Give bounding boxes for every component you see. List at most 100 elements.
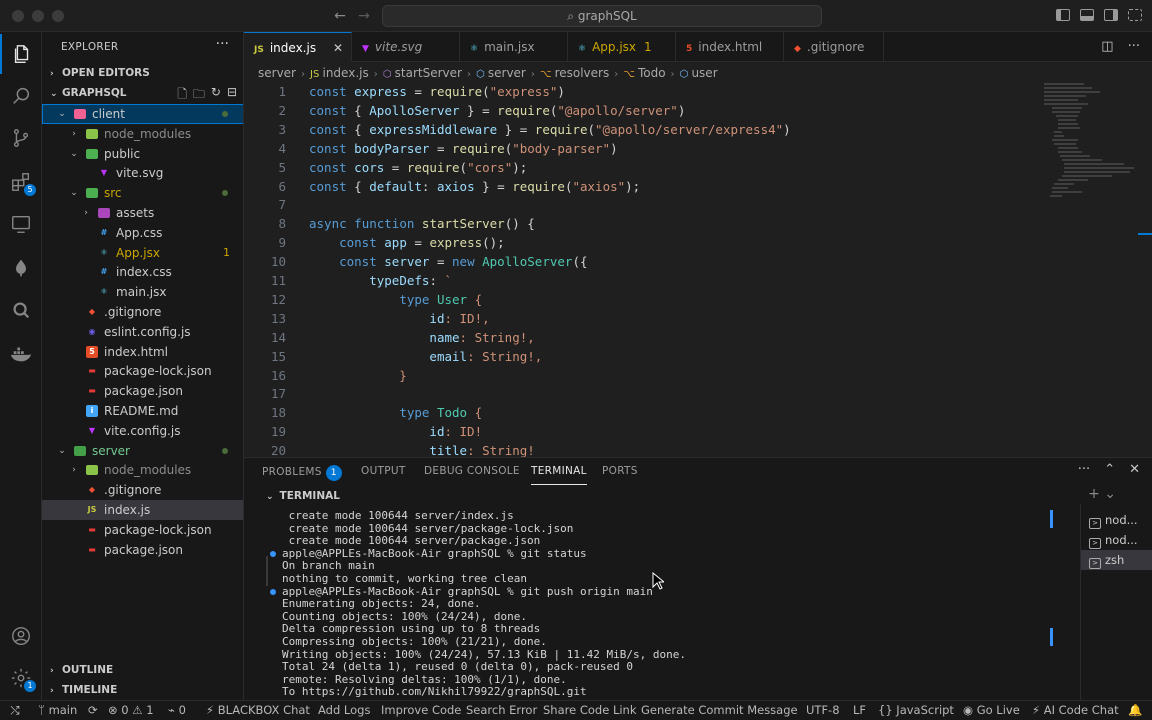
code-editor[interactable]: 1 const express = require("express") 2 cons… <box>244 83 1152 457</box>
terminal-instance[interactable]: > zsh <box>1081 550 1152 570</box>
editor-tab[interactable]: ◆ .gitignore <box>784 32 884 62</box>
editor-tab[interactable]: ▼ vite.svg <box>352 32 460 62</box>
add-logs-item[interactable]: Add Logs <box>318 701 370 720</box>
language-indicator[interactable]: {} JavaScript <box>878 701 954 720</box>
more-actions-icon[interactable]: ··· <box>1128 32 1140 62</box>
tree-item[interactable]: JS index.js <box>42 500 243 520</box>
tree-item[interactable]: ⚛ App.jsx 1 <box>42 243 243 263</box>
command-decoration-dot[interactable] <box>270 550 276 557</box>
close-panel-icon[interactable]: ✕ <box>1129 462 1140 477</box>
breadcrumb-item[interactable]: index.js <box>322 66 368 80</box>
command-center-search[interactable]: ⌕ graphSQL <box>382 5 822 27</box>
tree-item[interactable]: ▼ vite.config.js <box>42 421 243 441</box>
split-editor-icon[interactable]: ◫ <box>1101 32 1113 62</box>
window-zoom-button[interactable] <box>52 10 64 22</box>
mongodb-icon[interactable] <box>0 248 42 288</box>
editor-tab[interactable]: 5 index.html <box>676 32 784 62</box>
breadcrumb-item[interactable]: user <box>691 66 717 80</box>
remote-indicator-icon[interactable]: ⤭ <box>0 701 30 720</box>
improve-code-item[interactable]: Improve Code <box>381 701 461 720</box>
problems-indicator[interactable]: ⊗ 0 ⚠ 1 <box>108 701 154 720</box>
explorer-icon[interactable] <box>0 34 42 74</box>
refresh-icon[interactable]: ↻ <box>211 85 221 106</box>
eol-item[interactable]: LF <box>853 701 866 720</box>
tree-item[interactable]: › node_modules <box>42 124 243 144</box>
breadcrumb-item[interactable]: server <box>258 66 296 80</box>
sync-icon[interactable]: ⟳ <box>88 701 98 720</box>
tree-item[interactable]: ⌄ public <box>42 144 243 164</box>
close-tab-icon[interactable]: ✕ <box>333 33 343 63</box>
graphql-icon[interactable] <box>0 290 42 330</box>
window-minimize-button[interactable] <box>32 10 44 22</box>
breadcrumb-item[interactable]: startServer <box>395 66 462 80</box>
tree-item[interactable]: 5 index.html <box>42 342 243 362</box>
toggle-secondary-sidebar-icon[interactable] <box>1104 9 1118 21</box>
toggle-primary-sidebar-icon[interactable] <box>1056 9 1070 21</box>
panel-tab-debug-console[interactable]: DEBUG CONSOLE <box>424 465 520 485</box>
toggle-panel-icon[interactable] <box>1080 9 1094 21</box>
collapse-all-icon[interactable]: ⊟ <box>227 85 237 106</box>
tree-item[interactable]: ▼ vite.svg <box>42 163 243 183</box>
terminal-instance[interactable]: > nod... <box>1081 510 1152 530</box>
tree-item[interactable]: ⌄ src <box>42 183 243 203</box>
panel-tab-output[interactable]: OUTPUT <box>361 465 406 485</box>
tree-item[interactable]: ◆ .gitignore <box>42 480 243 500</box>
tree-item[interactable]: › assets <box>42 203 243 223</box>
tree-item[interactable]: › node_modules <box>42 460 243 480</box>
terminal-section-header[interactable]: ⌄ TERMINAL <box>266 490 340 502</box>
tree-item[interactable]: ⌄ server <box>42 441 243 461</box>
panel-tab-problems[interactable]: PROBLEMS 1 <box>262 465 342 485</box>
go-live-item[interactable]: ◉ Go Live <box>963 701 1020 720</box>
search-icon[interactable] <box>0 76 42 116</box>
editor-scrollbar[interactable] <box>1138 233 1152 235</box>
maximize-panel-icon[interactable]: ⌃ <box>1104 462 1115 477</box>
forward-arrow-icon[interactable]: → <box>354 6 374 26</box>
editor-tab[interactable]: ⚛ App.jsx 1 <box>568 32 676 62</box>
share-code-link-item[interactable]: Share Code Link <box>543 701 637 720</box>
editor-tab[interactable]: ⚛ main.jsx <box>460 32 568 62</box>
tree-item[interactable]: # App.css <box>42 223 243 243</box>
ai-code-chat-item[interactable]: ⚡ AI Code Chat <box>1032 701 1119 720</box>
extensions-icon[interactable]: 5 <box>0 162 42 202</box>
breadcrumb-item[interactable]: Todo <box>638 66 666 80</box>
terminal-output[interactable]: create mode 100644 server/index.js creat… <box>266 508 1072 700</box>
command-decoration-dot[interactable] <box>270 588 276 595</box>
tree-item[interactable]: ▬ package-lock.json <box>42 520 243 540</box>
generate-commit-message-item[interactable]: Generate Commit Message <box>641 701 798 720</box>
tree-item[interactable]: ⚛ main.jsx <box>42 282 243 302</box>
ports-indicator[interactable]: ⌁ 0 <box>168 701 186 720</box>
tree-item[interactable]: ◉ eslint.config.js <box>42 322 243 342</box>
branch-indicator[interactable]: ᛘ main <box>38 701 77 720</box>
tree-item[interactable]: ▬ package.json <box>42 540 243 560</box>
panel-tab-terminal[interactable]: TERMINAL <box>531 465 587 485</box>
new-file-icon[interactable]: 🗋 <box>177 85 187 106</box>
timeline-header[interactable]: › TIMELINE <box>42 680 243 700</box>
tree-item[interactable]: ▬ package-lock.json <box>42 361 243 381</box>
more-actions-icon[interactable]: ··· <box>216 36 229 52</box>
account-icon[interactable] <box>0 616 42 656</box>
back-arrow-icon[interactable]: ← <box>330 6 350 26</box>
panel-tab-ports[interactable]: PORTS <box>602 465 638 485</box>
breadcrumb-item[interactable]: resolvers <box>555 66 610 80</box>
window-close-button[interactable] <box>12 10 24 22</box>
tree-item[interactable]: ◆ .gitignore <box>42 302 243 322</box>
blackbox-chat-item[interactable]: ⚡ BLACKBOX Chat <box>206 701 310 720</box>
new-terminal-icon[interactable]: + ⌄ <box>1088 486 1116 502</box>
remote-explorer-icon[interactable] <box>0 204 42 244</box>
encoding-item[interactable]: UTF-8 <box>806 701 840 720</box>
outline-header[interactable]: › OUTLINE <box>42 660 243 680</box>
source-control-icon[interactable] <box>0 118 42 158</box>
docker-icon[interactable] <box>0 334 42 374</box>
open-editors-header[interactable]: › OPEN EDITORS <box>42 63 243 83</box>
breadcrumb-item[interactable]: server <box>488 66 526 80</box>
settings-gear-icon[interactable]: 1 <box>0 658 42 698</box>
new-folder-icon[interactable]: 🗀 <box>193 85 205 106</box>
terminal-instance[interactable]: > nod... <box>1081 530 1152 550</box>
tree-item[interactable]: ⌄ client <box>42 104 243 124</box>
customize-layout-icon[interactable] <box>1128 9 1142 21</box>
tree-item[interactable]: ▬ package.json <box>42 381 243 401</box>
terminal-scrollbar[interactable] <box>1050 510 1053 528</box>
more-actions-icon[interactable]: ··· <box>1078 462 1090 477</box>
minimap[interactable] <box>1044 83 1134 213</box>
editor-tab[interactable]: JS index.js ✕ <box>244 32 352 62</box>
